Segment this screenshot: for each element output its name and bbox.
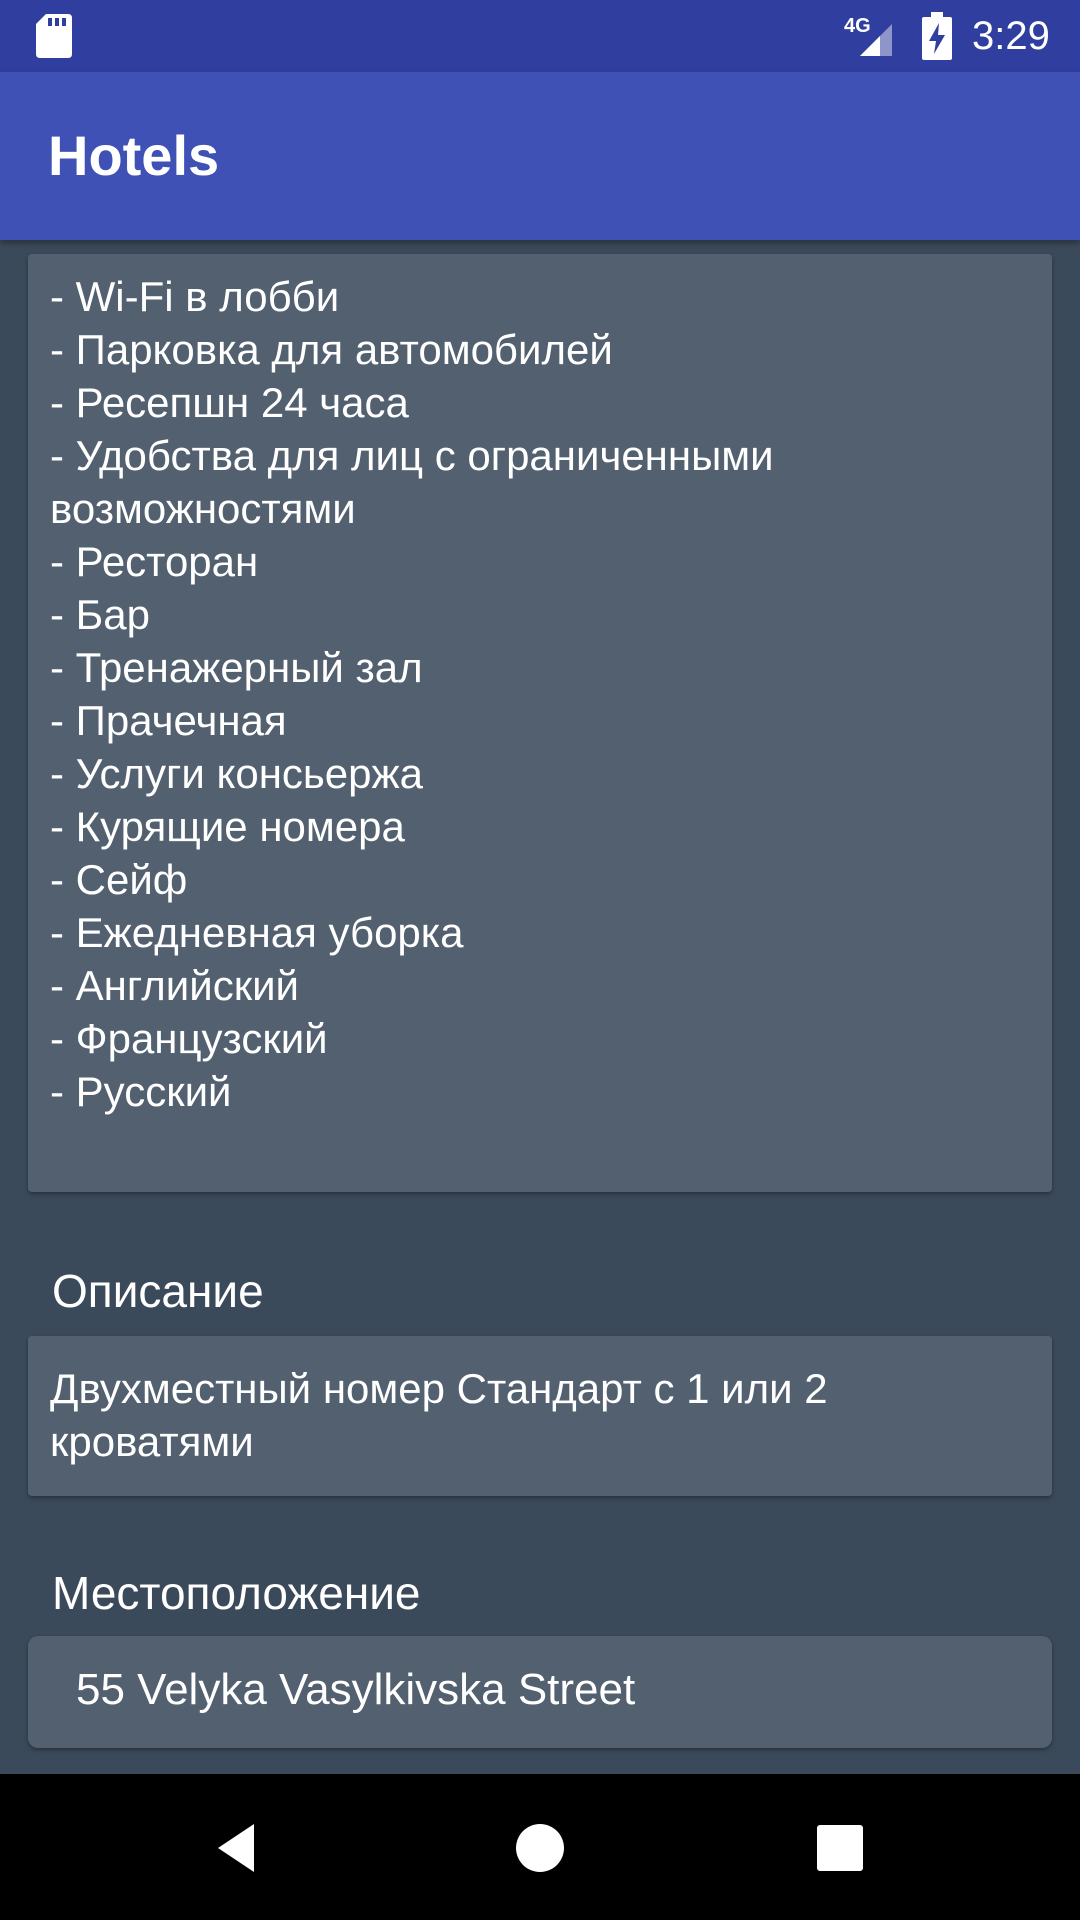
location-address: 55 Velyka Vasylkivska Street: [76, 1665, 636, 1714]
facility-item: - Бар: [50, 591, 150, 638]
sd-card-icon: [36, 14, 72, 58]
description-card: Двухместный номер Стандарт с 1 или 2 кро…: [28, 1336, 1052, 1496]
location-card[interactable]: 55 Velyka Vasylkivska Street: [28, 1636, 1052, 1748]
app-bar: Hotels: [0, 72, 1080, 240]
facility-item: - Wi-Fi в лобби: [50, 273, 340, 320]
signal-icon: 4G: [844, 15, 892, 56]
status-clock: 3:29: [972, 14, 1050, 58]
facility-item: - Прачечная: [50, 697, 287, 744]
recents-icon[interactable]: [810, 1818, 870, 1878]
app-title: Hotels: [48, 124, 220, 187]
description-heading: Описание: [52, 1265, 264, 1317]
facility-item: - Английский: [50, 962, 299, 1009]
facility-list: - Wi-Fi в лобби - Парковка для автомобил…: [28, 254, 1052, 1118]
description-text: Двухместный номер Стандарт с 1 или 2 кро…: [50, 1365, 828, 1465]
facility-item: - Сейф: [50, 856, 188, 903]
navigation-bar: [0, 1774, 1080, 1920]
facility-item: - Парковка для автомобилей: [50, 326, 613, 373]
back-icon[interactable]: [210, 1818, 270, 1878]
status-bar: 4G 3:29: [0, 0, 1080, 72]
home-icon[interactable]: [510, 1818, 570, 1878]
facility-item: - Ежедневная уборка: [50, 909, 464, 956]
facility-item: - Удобства для лиц с ограниченными возмо…: [50, 432, 774, 532]
facility-item: - Курящие номера: [50, 803, 405, 850]
facilities-card: - Wi-Fi в лобби - Парковка для автомобил…: [28, 254, 1052, 1192]
location-heading: Местоположение: [52, 1567, 421, 1619]
facility-item: - Тренажерный зал: [50, 644, 423, 691]
facility-item: - Ресепшн 24 часа: [50, 379, 409, 426]
facility-item: - Французский: [50, 1015, 328, 1062]
battery-charging-icon: [922, 12, 952, 60]
facility-item: - Услуги консьержа: [50, 750, 423, 797]
facility-item: - Русский: [50, 1068, 232, 1115]
facility-item: - Ресторан: [50, 538, 259, 585]
network-type-label: 4G: [844, 15, 871, 37]
hotel-detail-scroll[interactable]: - Wi-Fi в лобби - Парковка для автомобил…: [0, 240, 1080, 1774]
